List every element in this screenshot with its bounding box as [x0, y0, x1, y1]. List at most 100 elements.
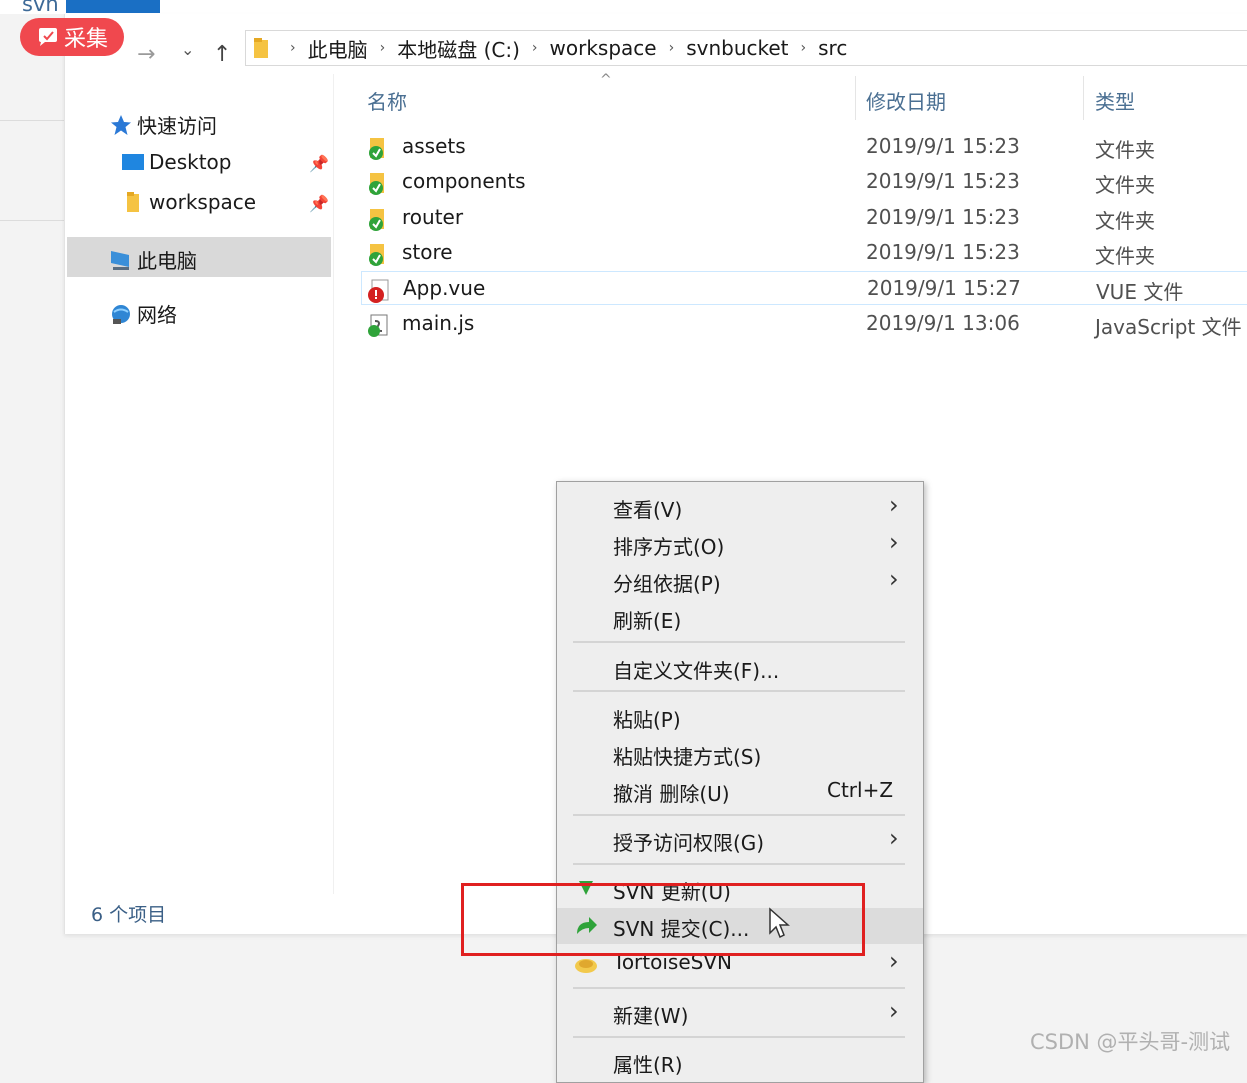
submenu-arrow-icon: › — [889, 491, 899, 519]
submenu-arrow-icon: › — [889, 947, 899, 975]
submenu-arrow-icon: › — [889, 824, 899, 852]
file-name: main.js — [402, 311, 475, 335]
svn-folder-icon — [369, 244, 384, 266]
menu-separator — [573, 690, 905, 692]
menu-separator — [573, 863, 905, 865]
menu-item-undo-delete[interactable]: 撤消 删除(U) Ctrl+Z — [557, 773, 923, 809]
breadcrumb-svnbucket[interactable]: svnbucket — [686, 36, 788, 60]
breadcrumb-workspace[interactable]: workspace — [550, 36, 657, 60]
file-name: store — [402, 240, 453, 264]
nav-selection-highlight — [67, 237, 331, 277]
menu-item-view[interactable]: 查看(V) › — [557, 489, 923, 525]
watermark: CSDN @平头哥-测试 — [1030, 1030, 1231, 1054]
column-divider[interactable] — [855, 76, 856, 120]
background-line — [0, 120, 64, 121]
svn-folder-icon — [369, 138, 384, 160]
file-row[interactable]: assets 2019/9/1 15:23 文件夹 — [361, 130, 1247, 164]
computer-icon — [109, 249, 133, 271]
file-date: 2019/9/1 15:23 — [866, 205, 1020, 229]
file-type: 文件夹 — [1095, 209, 1155, 233]
highlight-annotation-box — [461, 883, 865, 956]
file-date: 2019/9/1 13:06 — [866, 311, 1020, 335]
pin-icon[interactable]: 📌 — [309, 154, 329, 173]
column-header-name[interactable]: 名称 — [367, 86, 407, 115]
submenu-arrow-icon: › — [889, 997, 899, 1025]
window-title-fragment: svn — [22, 0, 59, 16]
pin-icon[interactable]: 📌 — [309, 194, 329, 213]
file-date: 2019/9/1 15:23 — [866, 240, 1020, 264]
file-name: assets — [402, 134, 466, 158]
file-type: 文件夹 — [1095, 173, 1155, 197]
column-header-type[interactable]: 类型 — [1095, 86, 1135, 115]
menu-separator — [573, 987, 905, 989]
menu-separator — [573, 641, 905, 643]
sort-ascending-icon: ^ — [600, 72, 612, 88]
recent-locations-chevron-icon[interactable]: ⌄ — [181, 40, 194, 59]
svn-script-file-icon — [368, 314, 388, 337]
menu-separator — [573, 1036, 905, 1038]
menu-item-customize-folder[interactable]: 自定义文件夹(F)... — [557, 650, 923, 686]
status-item-count: 6 个项目 — [91, 904, 167, 926]
nav-item-network[interactable]: 网络 — [109, 299, 177, 328]
menu-item-properties[interactable]: 属性(R) — [557, 1044, 923, 1080]
menu-item-paste[interactable]: 粘贴(P) — [557, 699, 923, 735]
file-date: 2019/9/1 15:27 — [867, 276, 1021, 300]
file-date: 2019/9/1 15:23 — [866, 169, 1020, 193]
menu-item-grant-access[interactable]: 授予访问权限(G) › — [557, 822, 923, 858]
collect-button[interactable]: 采集 — [20, 18, 124, 56]
svn-folder-icon — [369, 173, 384, 195]
mouse-cursor-icon — [769, 907, 790, 939]
nav-item-desktop[interactable]: Desktop — [121, 150, 231, 174]
submenu-arrow-icon: › — [889, 565, 899, 593]
pane-divider[interactable] — [333, 74, 334, 894]
network-icon — [109, 303, 133, 325]
svn-modified-file-icon — [368, 279, 389, 303]
svn-folder-icon — [369, 209, 384, 231]
file-row[interactable]: main.js 2019/9/1 13:06 JavaScript 文件 — [361, 307, 1247, 341]
nav-item-workspace[interactable]: workspace — [121, 190, 256, 214]
ribbon-tab-file[interactable]: 文件 — [66, 0, 160, 13]
folder-icon — [121, 191, 145, 213]
file-type: 文件夹 — [1095, 138, 1155, 162]
nav-item-this-pc[interactable]: 此电脑 — [109, 245, 197, 274]
menu-item-paste-shortcut[interactable]: 粘贴快捷方式(S) — [557, 736, 923, 772]
file-row[interactable]: store 2019/9/1 15:23 文件夹 — [361, 236, 1247, 270]
menu-item-refresh[interactable]: 刷新(E) — [557, 600, 923, 636]
file-row[interactable]: router 2019/9/1 15:23 文件夹 — [361, 201, 1247, 235]
star-icon — [109, 114, 133, 136]
menu-shortcut: Ctrl+Z — [827, 778, 894, 802]
context-menu: 查看(V) › 排序方式(O) › 分组依据(P) › 刷新(E) 自定义文件夹… — [556, 481, 924, 1083]
breadcrumb-separator-icon: › — [379, 40, 386, 56]
nav-item-quick-access[interactable]: 快速访问 — [109, 110, 217, 139]
breadcrumb-local-disk[interactable]: 本地磁盘 (C:) — [397, 34, 520, 63]
column-header-date[interactable]: 修改日期 — [866, 86, 946, 115]
column-divider[interactable] — [1083, 76, 1084, 120]
navigation-pane: 快速访问 Desktop 📌 workspace 📌 此电脑 网络 — [65, 74, 333, 894]
breadcrumb-separator-icon: › — [531, 40, 538, 56]
menu-item-new[interactable]: 新建(W) › — [557, 995, 923, 1031]
menu-item-group[interactable]: 分组依据(P) › — [557, 563, 923, 599]
file-row[interactable]: App.vue 2019/9/1 15:27 VUE 文件 — [361, 271, 1247, 305]
breadcrumb-separator-icon: › — [668, 40, 675, 56]
file-type: 文件夹 — [1095, 244, 1155, 268]
address-bar[interactable]: › 此电脑 › 本地磁盘 (C:) › workspace › svnbucke… — [245, 30, 1247, 66]
file-date: 2019/9/1 15:23 — [866, 134, 1020, 158]
desktop-icon — [121, 151, 145, 173]
folder-icon — [254, 38, 268, 58]
background-line — [0, 220, 64, 221]
file-type: VUE 文件 — [1096, 280, 1184, 304]
forward-icon[interactable]: → — [137, 42, 155, 67]
breadcrumb-src[interactable]: src — [818, 36, 847, 60]
breadcrumb-separator-icon: › — [800, 40, 807, 56]
file-type: JavaScript 文件 — [1095, 315, 1242, 339]
file-row[interactable]: components 2019/9/1 15:23 文件夹 — [361, 165, 1247, 199]
file-name: router — [402, 205, 464, 229]
up-arrow-icon[interactable]: ↑ — [213, 42, 231, 67]
breadcrumb-this-pc[interactable]: 此电脑 — [308, 34, 368, 63]
breadcrumb-separator-icon: › — [290, 40, 296, 56]
menu-item-sort[interactable]: 排序方式(O) › — [557, 526, 923, 562]
file-name: components — [402, 169, 526, 193]
submenu-arrow-icon: › — [889, 528, 899, 556]
file-name: App.vue — [403, 276, 486, 300]
collect-icon — [38, 28, 57, 46]
